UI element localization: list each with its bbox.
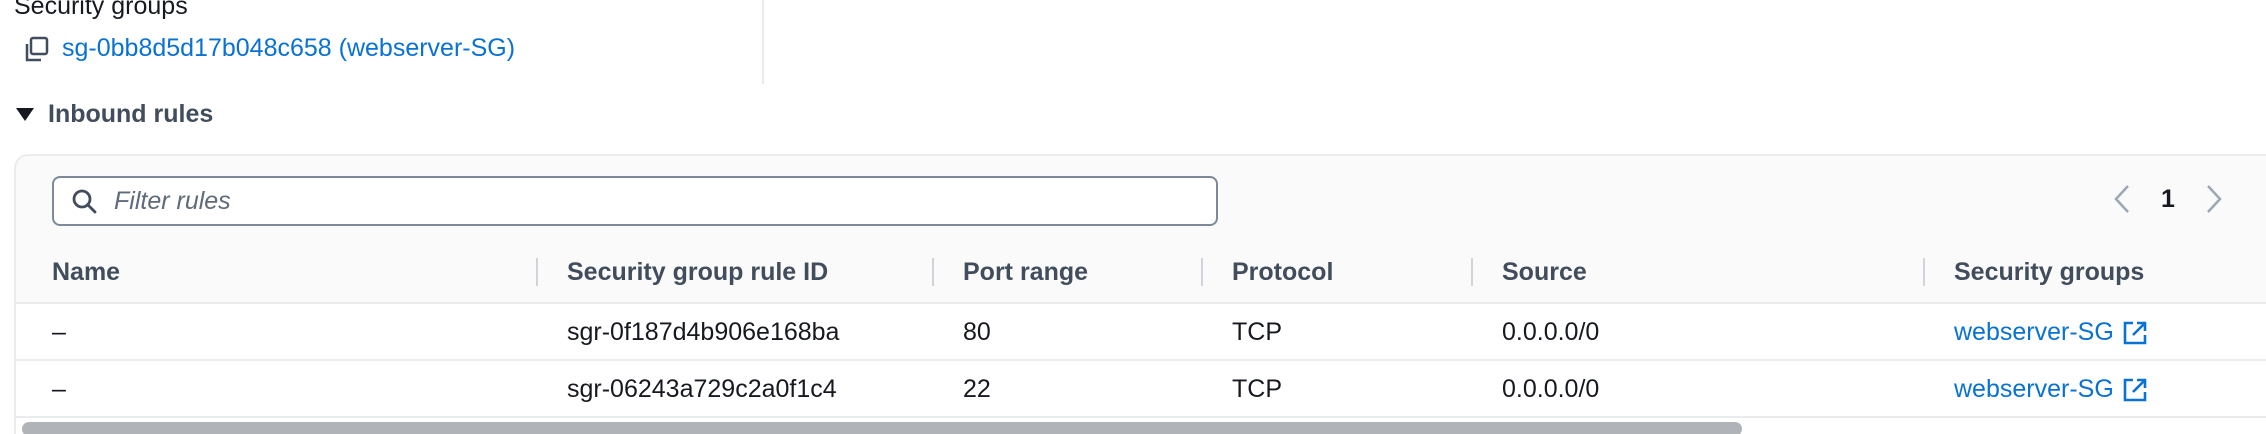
filter-rules-input[interactable] [112, 185, 1196, 217]
chevron-left-icon[interactable] [2111, 182, 2133, 216]
filter-rules-field[interactable] [52, 176, 1218, 226]
column-header-protocol[interactable]: Protocol [1232, 258, 1333, 287]
column-header-rule-id[interactable]: Security group rule ID [567, 258, 828, 287]
current-page-number[interactable]: 1 [2161, 185, 2175, 214]
column-resizer[interactable] [536, 258, 538, 286]
table-row[interactable]: – sgr-06243a729c2a0f1c4 22 TCP 0.0.0.0/0… [16, 361, 2266, 418]
security-group-link-row: sg-0bb8d5d17b048c658 (webserver-SG) [22, 34, 515, 63]
cell-port-range: 80 [963, 318, 991, 346]
copy-icon[interactable] [22, 35, 50, 63]
cell-name: – [52, 318, 66, 346]
caret-down-icon [16, 108, 34, 121]
security-group-link[interactable]: webserver-SG [1954, 375, 2148, 404]
cell-source: 0.0.0.0/0 [1502, 375, 1600, 403]
column-header-security-groups[interactable]: Security groups [1954, 258, 2144, 287]
pagination: 1 [2111, 182, 2225, 216]
cell-source: 0.0.0.0/0 [1502, 318, 1600, 346]
external-link-icon[interactable] [2122, 320, 2148, 346]
column-header-source[interactable]: Source [1502, 258, 1587, 287]
security-group-link[interactable]: sg-0bb8d5d17b048c658 (webserver-SG) [62, 34, 515, 63]
column-header-name[interactable]: Name [52, 258, 120, 287]
cell-port-range: 22 [963, 375, 991, 403]
security-group-link-text[interactable]: webserver-SG [1954, 318, 2114, 347]
cell-name: – [52, 375, 66, 403]
column-divider [762, 0, 764, 84]
horizontal-scrollbar-thumb[interactable] [22, 422, 1742, 434]
column-resizer[interactable] [932, 258, 934, 286]
cell-protocol: TCP [1232, 375, 1282, 403]
table-header: Name Security group rule ID Port range P… [16, 244, 2266, 304]
security-group-link-text[interactable]: webserver-SG [1954, 375, 2114, 404]
cell-protocol: TCP [1232, 318, 1282, 346]
security-groups-label: Security groups [14, 0, 188, 20]
column-resizer[interactable] [1471, 258, 1473, 286]
search-icon [72, 189, 97, 214]
security-group-link[interactable]: webserver-SG [1954, 318, 2148, 347]
cell-rule-id: sgr-06243a729c2a0f1c4 [567, 375, 837, 403]
column-resizer[interactable] [1923, 258, 1925, 286]
inbound-rules-toggle[interactable]: Inbound rules [16, 100, 213, 129]
column-header-port-range[interactable]: Port range [963, 258, 1088, 287]
inbound-rules-table: 1 Name Security group rule ID Port range… [14, 154, 2266, 434]
cell-rule-id: sgr-0f187d4b906e168ba [567, 318, 840, 346]
column-resizer[interactable] [1201, 258, 1203, 286]
chevron-right-icon[interactable] [2203, 182, 2225, 216]
page: Security groups sg-0bb8d5d17b048c658 (we… [0, 0, 2266, 434]
external-link-icon[interactable] [2122, 377, 2148, 403]
table-row[interactable]: – sgr-0f187d4b906e168ba 80 TCP 0.0.0.0/0… [16, 304, 2266, 361]
inbound-rules-title: Inbound rules [48, 100, 214, 128]
